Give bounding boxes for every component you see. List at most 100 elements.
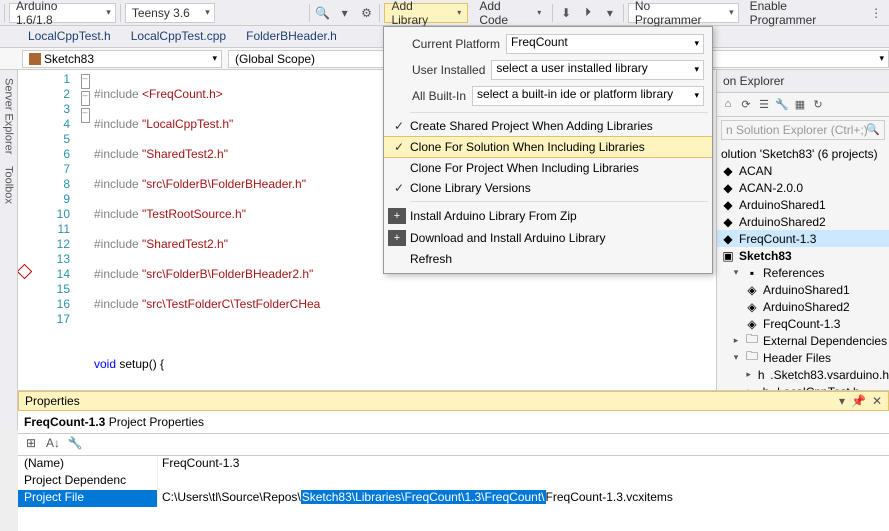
reference-icon: ◈ xyxy=(745,300,759,314)
fold-toggle[interactable]: – xyxy=(81,91,90,106)
upload-icon[interactable]: ⬇ xyxy=(557,4,575,22)
sync-icon[interactable]: ⟳ xyxy=(739,98,753,112)
wrench-icon[interactable]: 🔧 xyxy=(66,436,84,454)
menu-install-zip[interactable]: +Install Arduino Library From Zip xyxy=(384,205,712,227)
file-item[interactable]: ▸h.Sketch83.vsarduino.h xyxy=(717,366,889,383)
solution-explorer-title: on Explorer xyxy=(717,70,889,93)
home-icon[interactable]: ⌂ xyxy=(721,98,735,112)
project-icon: ◆ xyxy=(721,198,735,212)
references-icon: ▪ xyxy=(745,266,759,280)
toolbar-extra-icon[interactable]: ⋮ xyxy=(867,4,885,22)
properties-icon[interactable]: 🔧 xyxy=(775,98,789,112)
categorize-icon[interactable]: ⊞ xyxy=(22,436,40,454)
project-acan200[interactable]: ◆ACAN-2.0.0 xyxy=(717,179,889,196)
project-arduinoshared1[interactable]: ◆ArduinoShared1 xyxy=(717,196,889,213)
user-installed-label: User Installed xyxy=(412,63,485,77)
reference-item[interactable]: ◈FreqCount-1.3 xyxy=(717,315,889,332)
project-arduinoshared2[interactable]: ◆ArduinoShared2 xyxy=(717,213,889,230)
left-tool-strip: Server Explorer Toolbox xyxy=(0,70,18,430)
close-icon[interactable]: ✕ xyxy=(872,394,882,408)
server-explorer-tab[interactable]: Server Explorer xyxy=(2,72,16,160)
reference-item[interactable]: ◈ArduinoShared2 xyxy=(717,298,889,315)
pin-icon[interactable]: 📌 xyxy=(851,394,866,408)
run-icon[interactable]: ⏵ xyxy=(579,4,597,22)
file-tab-2[interactable]: FolderBHeader.h xyxy=(236,26,347,47)
reference-icon: ◈ xyxy=(745,317,759,331)
dropdown-icon[interactable]: ▾ xyxy=(839,394,845,408)
enable-programmer-button[interactable]: Enable Programmer xyxy=(743,3,864,23)
h-file-icon: h xyxy=(756,368,766,382)
fold-toggle[interactable]: – xyxy=(81,74,90,89)
current-platform-combo[interactable]: FreqCount xyxy=(506,34,704,54)
menu-refresh[interactable]: Refresh xyxy=(384,249,712,269)
add-library-menu: Current Platform FreqCount User Installe… xyxy=(383,26,713,274)
board-combo[interactable]: Teensy 3.6 xyxy=(125,3,215,23)
gear-icon[interactable]: ⚙ xyxy=(358,4,376,22)
folder-icon: 🗀 xyxy=(745,347,759,368)
search-icon[interactable]: 🔍 xyxy=(314,4,332,22)
add-library-button[interactable]: Add Library▾ xyxy=(384,3,468,23)
reference-item[interactable]: ◈ArduinoShared1 xyxy=(717,281,889,298)
breakpoint-icon[interactable] xyxy=(18,264,32,280)
project-acan[interactable]: ◆ACAN xyxy=(717,162,889,179)
project-icon: ◆ xyxy=(721,164,735,178)
all-builtin-label: All Built-In xyxy=(412,89,466,103)
toolbox-tab[interactable]: Toolbox xyxy=(2,160,16,210)
arduino-version-label: Arduino 1.6/1.8 xyxy=(16,0,97,27)
check-icon: ✓ xyxy=(388,181,410,195)
menu-create-shared[interactable]: ✓Create Shared Project When Adding Libra… xyxy=(384,116,712,136)
project-icon: ◆ xyxy=(721,181,735,195)
prop-row-name[interactable]: (Name)FreqCount-1.3 xyxy=(18,456,889,473)
prop-row-file[interactable]: Project File C:\Users\tl\Source\Repos\Sk… xyxy=(18,490,889,507)
add-library-label: Add Library xyxy=(391,0,452,27)
programmer-combo[interactable]: No Programmer xyxy=(628,3,739,23)
sort-icon[interactable]: A↓ xyxy=(44,436,62,454)
solution-explorer: on Explorer ⌂ ⟳ ☰ 🔧 ▦ ↻ n Solution Explo… xyxy=(716,70,889,430)
show-all-icon[interactable]: ▦ xyxy=(793,98,807,112)
solution-toolbar: ⌂ ⟳ ☰ 🔧 ▦ ↻ xyxy=(717,93,889,117)
properties-subject: FreqCount-1.3 Project Properties xyxy=(18,411,889,434)
properties-header: Properties ▾ 📌 ✕ xyxy=(18,391,889,411)
prop-file-value: C:\Users\tl\Source\Repos\Sketch83\Librar… xyxy=(158,490,889,507)
file-tab-0[interactable]: LocalCppTest.h xyxy=(18,26,121,47)
prop-row-dep[interactable]: Project Dependenc xyxy=(18,473,889,490)
menu-download-install[interactable]: +Download and Install Arduino Library xyxy=(384,227,712,249)
header-files-node[interactable]: ▾🗀Header Files xyxy=(717,349,889,366)
check-icon: ✓ xyxy=(388,140,410,154)
collapse-icon[interactable]: ☰ xyxy=(757,98,771,112)
project-sketch83[interactable]: ▣Sketch83 xyxy=(717,247,889,264)
project-freqcount[interactable]: ◆FreqCount-1.3 xyxy=(717,230,889,247)
solution-root[interactable]: olution 'Sketch83' (6 projects) xyxy=(717,145,889,162)
programmer-label: No Programmer xyxy=(635,0,720,27)
fold-toggle[interactable]: – xyxy=(81,108,90,123)
nav-scope-global-label: (Global Scope) xyxy=(235,52,315,66)
menu-clone-project[interactable]: Clone For Project When Including Librari… xyxy=(384,158,712,178)
reference-icon: ◈ xyxy=(745,283,759,297)
external-deps-node[interactable]: ▸🗀External Dependencies xyxy=(717,332,889,349)
user-installed-combo[interactable]: select a user installed library xyxy=(491,60,704,80)
main-toolbar: Arduino 1.6/1.8 Teensy 3.6 🔍 ▾ ⚙ Add Lib… xyxy=(0,0,889,26)
dropdown2-icon[interactable]: ▾ xyxy=(601,4,619,22)
file-tab-1[interactable]: LocalCppTest.cpp xyxy=(121,26,236,47)
project-icon xyxy=(29,53,41,65)
nav-scope-project-combo[interactable]: Sketch83 xyxy=(22,50,222,68)
properties-title: Properties xyxy=(25,394,80,408)
current-platform-label: Current Platform xyxy=(412,37,500,51)
solution-search-input[interactable]: n Solution Explorer (Ctrl+;) xyxy=(721,120,885,140)
refresh-icon[interactable]: ↻ xyxy=(811,98,825,112)
dropdown-icon[interactable]: ▾ xyxy=(336,4,354,22)
add-code-button[interactable]: Add Code▾ xyxy=(472,3,548,23)
line-numbers: 1234567891011121314151617 xyxy=(32,70,76,410)
project-icon: ◆ xyxy=(721,215,735,229)
menu-clone-solution[interactable]: ✓Clone For Solution When Including Libra… xyxy=(384,136,712,158)
properties-panel: Properties ▾ 📌 ✕ FreqCount-1.3 Project P… xyxy=(18,390,889,531)
references-node[interactable]: ▾▪References xyxy=(717,264,889,281)
project-icon: ◆ xyxy=(721,232,735,246)
fold-column: – – – xyxy=(76,70,94,410)
project-icon: ▣ xyxy=(721,249,735,263)
all-builtin-combo[interactable]: select a built-in ide or platform librar… xyxy=(472,86,704,106)
menu-clone-versions[interactable]: ✓Clone Library Versions xyxy=(384,178,712,198)
properties-toolbar: ⊞ A↓ 🔧 xyxy=(18,434,889,456)
arduino-version-combo[interactable]: Arduino 1.6/1.8 xyxy=(9,3,116,23)
plus-icon: + xyxy=(388,230,406,246)
